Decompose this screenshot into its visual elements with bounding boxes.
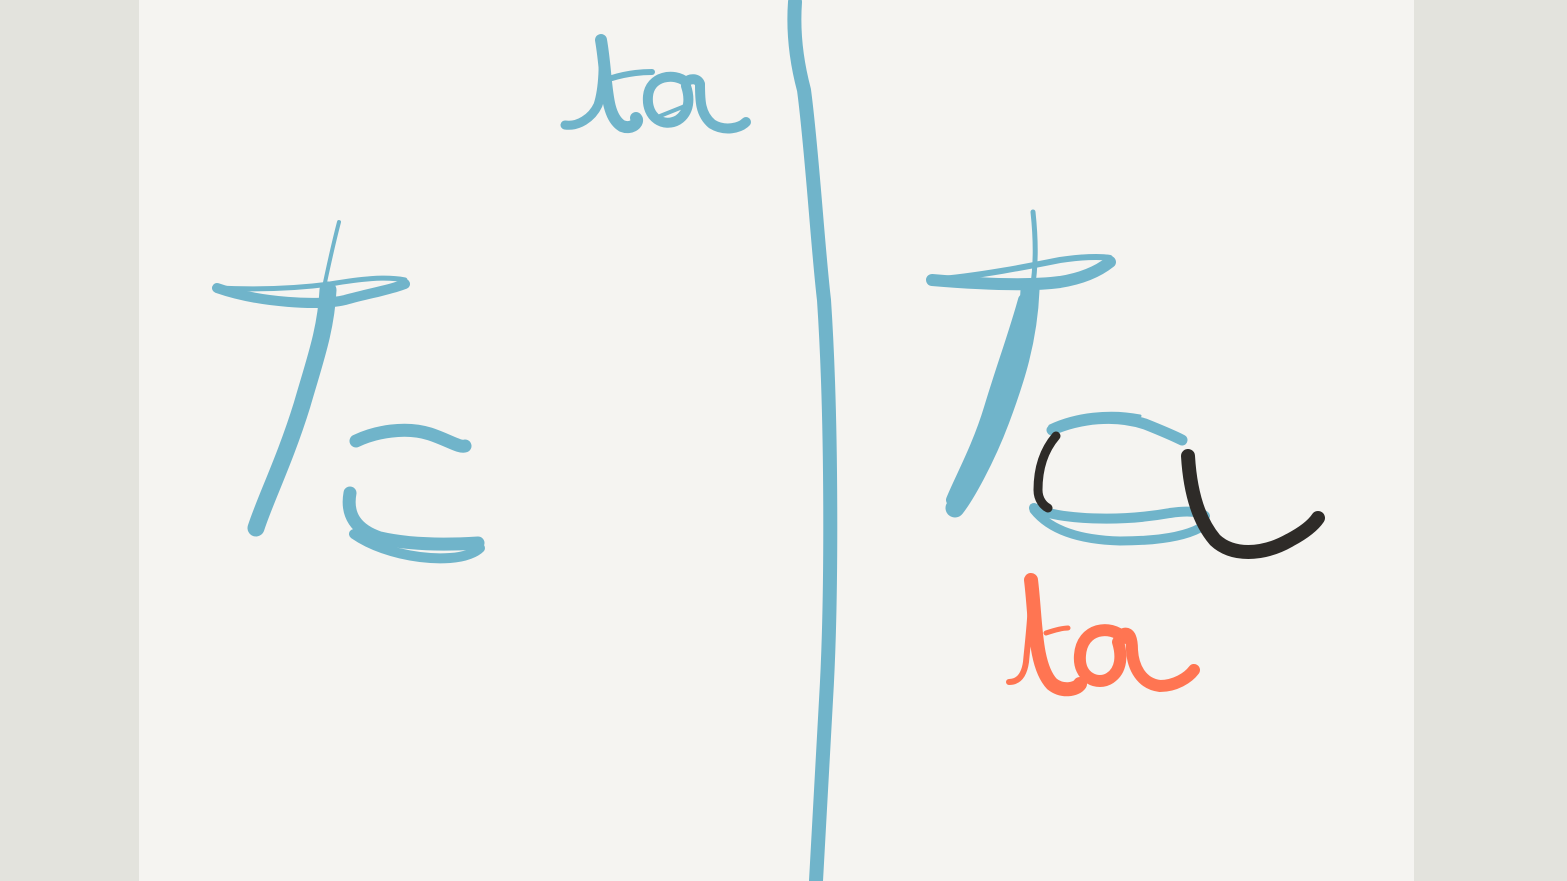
romaji-ta-top: ta	[560, 34, 751, 134]
romaji-ta-bottom: ta	[1006, 573, 1200, 697]
romaji-ta-right: ta	[926, 209, 1325, 559]
hiragana-ta-left: た	[212, 220, 485, 564]
slide-frame: ta た ta	[0, 0, 1567, 881]
center-divider-line	[787, 0, 838, 881]
handwriting-canvas: ta た ta ta	[212, 0, 1325, 881]
